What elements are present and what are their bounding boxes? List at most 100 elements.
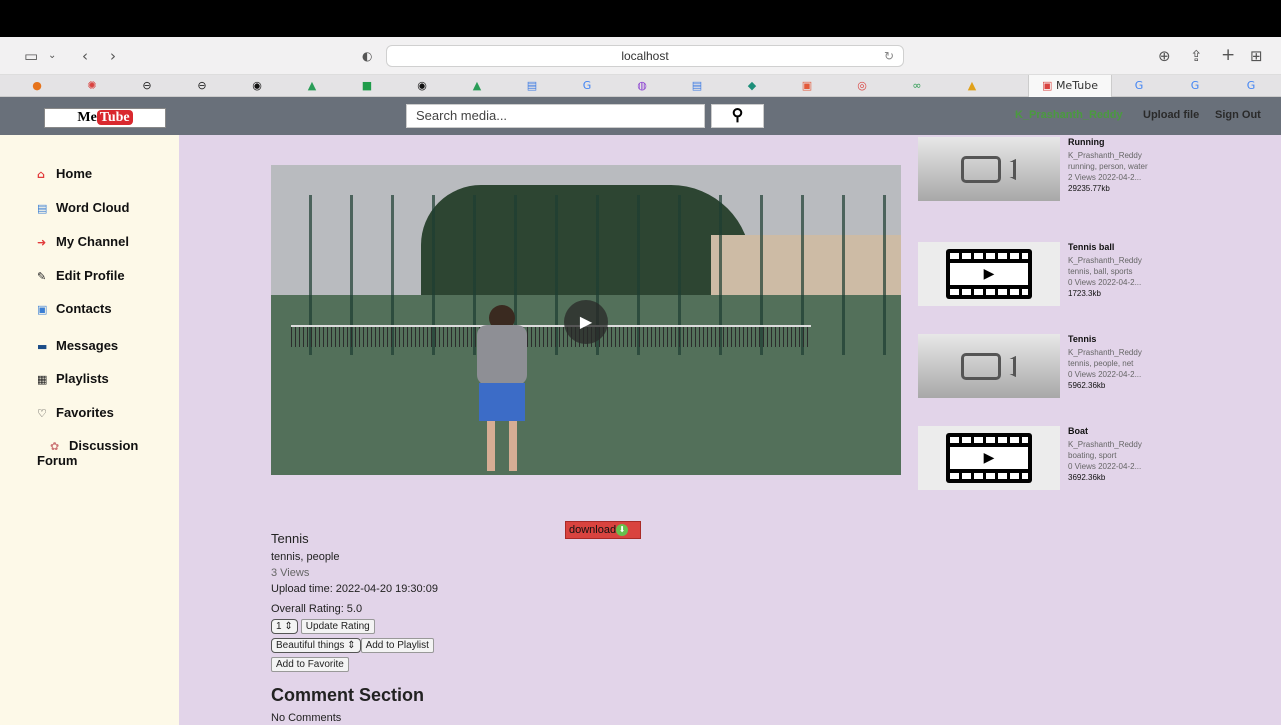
download-icon[interactable]: ⊕: [1158, 47, 1171, 65]
browser-tab[interactable]: G: [1173, 75, 1217, 97]
search-input[interactable]: Search media...: [406, 104, 705, 128]
favorites-icon: ♡: [37, 407, 47, 420]
address-bar[interactable]: localhost ↻: [386, 45, 904, 67]
comment-section-heading: Comment Section: [271, 685, 425, 705]
browser-tab[interactable]: ▲: [950, 75, 994, 97]
logo-tube-text: Tube: [96, 110, 133, 125]
sidebar-item-messages[interactable]: ▬ Messages: [37, 338, 118, 353]
browser-tab[interactable]: G: [1117, 75, 1161, 97]
sidebar-item-label: Discussion: [69, 438, 139, 453]
video-thumbnail[interactable]: [918, 334, 1060, 398]
sidebar-item-favorites[interactable]: ♡ Favorites: [37, 405, 114, 420]
sidebar-item-playlists[interactable]: ▦ Playlists: [37, 371, 109, 386]
related-tags: boating, sport: [1068, 451, 1117, 460]
back-icon[interactable]: ‹: [82, 47, 88, 65]
video-frame: [291, 325, 811, 347]
browser-tab[interactable]: ▣: [785, 75, 829, 97]
related-video-item[interactable]: Running K_Prashanth_Reddy running, person,…: [918, 137, 1153, 201]
browser-tab[interactable]: ◍: [620, 75, 664, 97]
related-tags: running, person, water: [1068, 162, 1148, 171]
video-views: 3 Views: [271, 567, 310, 579]
playlist-select-value: Beautiful things: [276, 640, 345, 651]
sidebar-item-word-cloud[interactable]: ▤ Word Cloud: [37, 200, 129, 215]
video-thumbnail[interactable]: ▶: [918, 242, 1060, 306]
sign-out-link[interactable]: Sign Out: [1215, 109, 1261, 121]
related-title[interactable]: Running: [1068, 137, 1168, 148]
playlist-select[interactable]: Beautiful things ⇕: [271, 638, 361, 653]
related-meta: 0 Views 2022-04-2...: [1068, 370, 1142, 379]
browser-tab[interactable]: ∞: [895, 75, 939, 97]
video-thumbnail[interactable]: ▶: [918, 426, 1060, 490]
related-title[interactable]: Tennis: [1068, 334, 1168, 345]
update-rating-button[interactable]: Update Rating: [300, 619, 375, 634]
browser-toolbar: ▭ ⌄ ‹ › ◐ localhost ↻ ⊕ ⇪ + ⊞: [0, 37, 1281, 75]
related-video-item[interactable]: Tennis K_Prashanth_Reddy tennis, people, n…: [918, 334, 1153, 398]
metube-favicon-icon: ▣: [1042, 79, 1053, 92]
active-tab-label: MeTube: [1055, 79, 1098, 92]
upload-file-link[interactable]: Upload file: [1143, 109, 1199, 121]
playlists-icon: ▦: [37, 373, 48, 386]
related-video-item[interactable]: ▶ Boat K_Prashanth_Reddy boating, sport 0 Vi…: [918, 426, 1153, 490]
reload-icon[interactable]: ↻: [884, 46, 894, 66]
browser-tab[interactable]: ◉: [235, 75, 279, 97]
sidebar-item-my-channel[interactable]: ➜ My Channel: [37, 234, 129, 249]
sidebar-item-home[interactable]: ⌂ Home: [37, 166, 92, 181]
related-size: 3692.36kb: [1068, 473, 1106, 482]
sidebar-item-label: Forum: [37, 453, 78, 468]
browser-tab[interactable]: ▤: [675, 75, 719, 97]
username-link[interactable]: K_Prashanth_Reddy: [1015, 109, 1123, 121]
url-text: localhost: [621, 49, 669, 63]
privacy-icon[interactable]: ◐: [362, 49, 372, 63]
browser-tab[interactable]: ◆: [730, 75, 774, 97]
browser-tab-active[interactable]: ▣ MeTube: [1028, 75, 1112, 97]
add-to-favorite-button[interactable]: Add to Favorite: [271, 657, 349, 672]
related-author: K_Prashanth_Reddy: [1068, 256, 1142, 265]
sidebar-item-contacts[interactable]: ▣ Contacts: [37, 301, 112, 316]
sidebar-item-edit-profile[interactable]: ✎ Edit Profile: [37, 268, 125, 283]
tab-overview-icon[interactable]: ⊞: [1250, 47, 1263, 65]
edit-profile-icon: ✎: [37, 270, 47, 283]
search-icon: ⚲: [731, 107, 744, 124]
discussion-icon: ✿: [50, 440, 60, 453]
sidebar-item-label: Word Cloud: [56, 200, 130, 215]
download-button[interactable]: download ⬇: [565, 521, 641, 539]
related-author: K_Prashanth_Reddy: [1068, 440, 1142, 449]
video-thumbnail[interactable]: [918, 137, 1060, 201]
contacts-icon: ▣: [37, 303, 48, 316]
browser-tab[interactable]: ✺: [70, 75, 114, 97]
add-to-playlist-button[interactable]: Add to Playlist: [360, 638, 434, 653]
sidebar-item-label: Playlists: [56, 371, 109, 386]
share-icon[interactable]: ⇪: [1190, 47, 1203, 65]
related-video-item[interactable]: ▶ Tennis ball K_Prashanth_Reddy tennis, bal…: [918, 242, 1153, 306]
tab-bar: ● ✺ ⊖ ⊖ ◉ ▲ ■ ◉ ▲ ▤ G ◍ ▤ ◆ ▣ ◎ ∞ ▲ ▣ MeTube G G G: [0, 75, 1281, 97]
play-icon[interactable]: ▶: [564, 300, 608, 344]
new-tab-icon[interactable]: +: [1221, 45, 1235, 65]
video-player[interactable]: ▶: [271, 165, 901, 475]
browser-tab[interactable]: ▲: [455, 75, 499, 97]
sidebar-item-discussion[interactable]: ✿ Discussion Forum: [37, 438, 139, 468]
related-title[interactable]: Boat: [1068, 426, 1168, 437]
browser-tab[interactable]: G: [1229, 75, 1273, 97]
metube-logo[interactable]: Me Tube: [44, 108, 166, 128]
browser-tab[interactable]: ⊖: [180, 75, 224, 97]
search-button[interactable]: ⚲: [711, 104, 764, 128]
browser-tab[interactable]: G: [565, 75, 609, 97]
browser-tab[interactable]: ▲: [290, 75, 334, 97]
browser-tab[interactable]: ◉: [400, 75, 444, 97]
sidebar-toggle-icon[interactable]: ▭: [24, 47, 38, 65]
chevron-down-icon[interactable]: ⌄: [48, 50, 56, 61]
home-icon: ⌂: [37, 168, 45, 181]
browser-tab[interactable]: ⊖: [125, 75, 169, 97]
sidebar-item-label: Home: [56, 166, 93, 181]
word-cloud-icon: ▤: [37, 202, 48, 215]
browser-tab[interactable]: ◎: [840, 75, 884, 97]
related-size: 29235.77kb: [1068, 184, 1110, 193]
related-author: K_Prashanth_Reddy: [1068, 348, 1142, 357]
film-play-icon: ▶: [946, 433, 1032, 483]
browser-tab[interactable]: ▤: [510, 75, 554, 97]
related-title[interactable]: Tennis ball: [1068, 242, 1168, 253]
rating-select[interactable]: 1 ⇕: [271, 619, 298, 634]
browser-tab[interactable]: ■: [345, 75, 389, 97]
browser-tab[interactable]: ●: [15, 75, 59, 97]
forward-icon[interactable]: ›: [110, 47, 116, 65]
